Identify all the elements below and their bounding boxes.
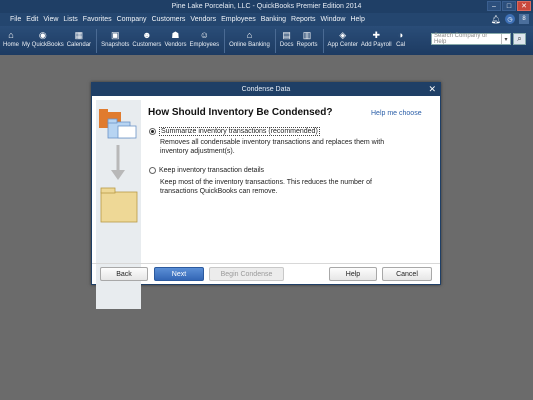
menu-customers[interactable]: Customers	[152, 16, 186, 23]
toolbar-online-banking[interactable]: ⌂ Online Banking	[229, 26, 270, 48]
toolbar-employees[interactable]: ☺ Employees	[189, 26, 219, 48]
menu-help[interactable]: Help	[350, 16, 364, 23]
toolbar-calendar[interactable]: ▦ Calendar	[66, 26, 92, 49]
chevron-down-icon[interactable]: ▾	[501, 34, 510, 44]
menu-file[interactable]: File	[10, 16, 21, 23]
toolbar-label: Cal	[396, 42, 406, 48]
online-banking-icon: ⌂	[246, 30, 253, 40]
toolbar-docs[interactable]: ▤ Docs	[279, 26, 294, 49]
search-box[interactable]: Search Company or Help ▾	[431, 33, 511, 45]
toolbar-label: Online Banking	[229, 42, 270, 48]
toolbar-label: App Center	[327, 42, 358, 48]
toolbar-app-center[interactable]: ◈ App Center	[327, 26, 358, 49]
close-icon[interactable]: ✕	[517, 1, 531, 11]
summarize-description: Removes all condensable inventory transa…	[160, 139, 385, 155]
customers-icon: ☻	[142, 30, 152, 40]
toolbar-label: Calendar	[66, 42, 92, 48]
toolbar-label: Home	[3, 42, 20, 48]
docs-icon: ▤	[282, 29, 291, 40]
dialog-title-bar: Condense Data ✕	[92, 83, 440, 96]
notification-badge[interactable]: 8	[519, 14, 529, 24]
toolbar-reports[interactable]: ▥ Reports	[296, 26, 318, 49]
menu-window[interactable]: Window	[321, 16, 346, 23]
condense-data-dialog: Condense Data ✕ How Should Inventory Be …	[91, 82, 441, 309]
toolbar-label: Customers	[132, 42, 162, 48]
toolbar-label: Docs	[279, 42, 294, 48]
minimize-icon[interactable]: –	[487, 1, 501, 11]
summarize-label[interactable]: Summarize inventory transactions (recomm…	[159, 127, 320, 136]
clock-icon[interactable]: ◷	[505, 14, 515, 24]
my-quickbooks-icon: ◉	[38, 29, 47, 40]
toolbar-divider	[274, 29, 276, 53]
help-me-choose-link[interactable]: Help me choose	[371, 110, 422, 117]
reports-icon: ▥	[302, 29, 312, 40]
snapshots-icon: ▣	[110, 29, 120, 40]
close-icon[interactable]: ✕	[428, 84, 436, 95]
help-button[interactable]: Help	[329, 267, 377, 281]
menu-view[interactable]: View	[43, 16, 58, 23]
keep-details-radio[interactable]	[149, 167, 156, 174]
begin-condense-button[interactable]: Begin Condense	[209, 267, 284, 281]
toolbar-snapshots[interactable]: ▣ Snapshots	[101, 26, 130, 49]
folder-illustration-icon	[99, 109, 138, 223]
keep-details-description: Keep most of the inventory transactions.…	[160, 179, 372, 195]
cancel-button[interactable]: Cancel	[382, 267, 432, 281]
menu-reports[interactable]: Reports	[291, 16, 316, 23]
app-center-icon: ◈	[339, 29, 347, 40]
menu-banking[interactable]: Banking	[261, 16, 286, 23]
option-keep-details[interactable]: Keep inventory transaction details	[149, 167, 264, 174]
toolbar-my-quickbooks[interactable]: ◉ My QuickBooks	[22, 26, 64, 49]
icon-toolbar: ⌂ Home ◉ My QuickBooks ▦ Calendar ▣ Snap…	[0, 26, 533, 55]
window-title: Pine Lake Porcelain, LLC - QuickBooks Pr…	[171, 3, 362, 10]
toolbar-vendors[interactable]: ☗ Vendors	[164, 26, 187, 49]
vendors-icon: ☗	[171, 29, 180, 40]
search-input[interactable]: Search Company or Help	[432, 33, 501, 45]
home-icon: ⌂	[8, 30, 14, 40]
menu-right-icons: 🔔︎ ◷ 8	[491, 14, 529, 24]
toolbar-home[interactable]: ⌂ Home	[3, 26, 19, 48]
back-button[interactable]: Back	[100, 267, 148, 281]
search-icon[interactable]: ⌕	[513, 33, 526, 45]
toolbar-label: My QuickBooks	[22, 42, 64, 48]
toolbar-cal[interactable]: ◑ Cal	[395, 26, 407, 48]
toolbar-label: Add Payroll	[360, 42, 392, 48]
menu-edit[interactable]: Edit	[26, 16, 38, 23]
toolbar-label: Vendors	[164, 42, 187, 48]
next-button[interactable]: Next	[154, 267, 204, 281]
menu-bar: File Edit View Lists Favorites Company C…	[0, 13, 533, 26]
option-summarize[interactable]: Summarize inventory transactions (recomm…	[149, 127, 320, 136]
toolbar-label: Employees	[189, 42, 220, 48]
dialog-title: Condense Data	[241, 86, 291, 93]
add-payroll-icon: ✚	[372, 29, 381, 40]
toolbar-divider	[96, 29, 98, 53]
menu-employees[interactable]: Employees	[221, 16, 256, 23]
toolbar-label: Reports	[296, 42, 318, 48]
window-title-bar: Pine Lake Porcelain, LLC - QuickBooks Pr…	[0, 0, 533, 13]
menu-vendors[interactable]: Vendors	[190, 16, 216, 23]
summarize-radio[interactable]	[149, 128, 156, 135]
dialog-heading: How Should Inventory Be Condensed?	[148, 107, 333, 118]
keep-details-label[interactable]: Keep inventory transaction details	[159, 167, 264, 174]
toolbar-divider	[224, 29, 226, 53]
toolbar-label: Snapshots	[101, 42, 130, 48]
bell-icon[interactable]: 🔔︎	[491, 14, 501, 24]
window-controls: – □ ✕	[487, 1, 531, 11]
menu-favorites[interactable]: Favorites	[83, 16, 112, 23]
cal-icon: ◑	[397, 30, 404, 40]
calendar-icon: ▦	[74, 29, 84, 40]
toolbar-customers[interactable]: ☻ Customers	[132, 26, 161, 48]
menu-lists[interactable]: Lists	[63, 16, 77, 23]
toolbar-divider	[322, 29, 324, 53]
maximize-icon[interactable]: □	[502, 1, 516, 11]
employees-icon: ☺	[199, 30, 209, 40]
toolbar-add-payroll[interactable]: ✚ Add Payroll	[360, 26, 392, 49]
menu-company[interactable]: Company	[117, 16, 147, 23]
